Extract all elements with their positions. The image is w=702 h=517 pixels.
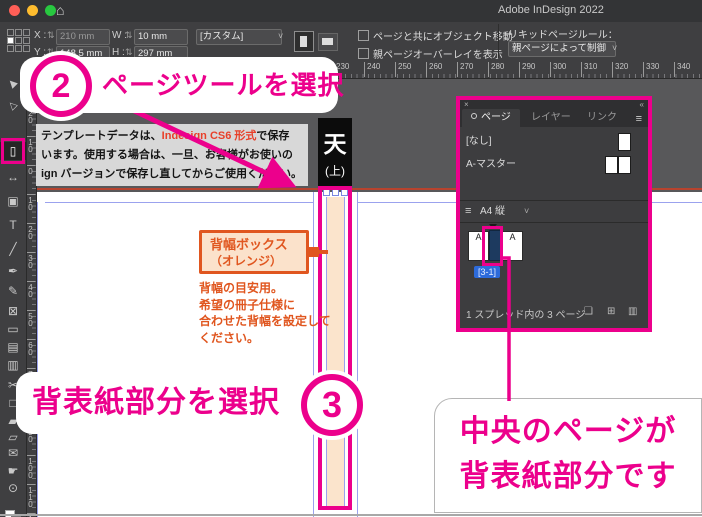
info-line1-end: で保存 bbox=[256, 130, 290, 142]
liquid-rule-caret-icon: ˅ bbox=[612, 43, 618, 53]
step3-text: 背表紙部分を選択 bbox=[32, 386, 280, 419]
h-ruler-tick: 250 bbox=[395, 62, 411, 77]
note-line2: 背表紙部分です bbox=[459, 460, 677, 493]
line-tool[interactable]: ╱ bbox=[0, 240, 26, 258]
window-bottom-edge bbox=[0, 514, 702, 516]
head-reading: (上) bbox=[325, 164, 345, 178]
spine-box-callout: 背幅ボックス （オレンジ） bbox=[199, 230, 309, 274]
h-ruler-tick: 280 bbox=[488, 62, 504, 77]
spine-thumbnail-highlight bbox=[482, 226, 503, 266]
v-ruler-tick: 110 bbox=[26, 484, 35, 507]
title-bar: ⌂ Adobe InDesign 2022 bbox=[0, 0, 702, 23]
v-ruler-tick: 10 bbox=[26, 194, 35, 210]
page-edge-right-page-left bbox=[357, 192, 358, 517]
h-ruler-tick: 270 bbox=[457, 62, 473, 77]
landscape-orientation-button[interactable] bbox=[318, 33, 338, 51]
zoom-window-button[interactable] bbox=[45, 5, 56, 16]
step2-text: ページツールを選択 bbox=[102, 70, 345, 100]
portrait-orientation-button[interactable] bbox=[294, 31, 314, 52]
h-ruler-tick: 340 bbox=[674, 62, 690, 77]
reference-point-proxy[interactable] bbox=[7, 29, 30, 52]
v-ruler-tick: 100 bbox=[26, 455, 35, 478]
tools-panel: ▶ ▷ ▯ ↔ ▣ T ╱ ✒ ✎ ⊠ ▭ ▤ ▥ ✂ □ ▰ ▱ ✉ ☛ ⊙ bbox=[0, 60, 27, 517]
w-spinner[interactable]: ⇅ bbox=[125, 30, 133, 41]
move-objects-checkbox[interactable] bbox=[358, 30, 369, 41]
close-window-button[interactable] bbox=[9, 5, 20, 16]
pen-tool[interactable]: ✒ bbox=[0, 262, 26, 280]
template-info-text: テンプレートデータは、Indesign CS6 形式で保存 います。使用する場合… bbox=[36, 124, 308, 186]
h-ruler-tick: 320 bbox=[612, 62, 628, 77]
h-ruler-tick: 330 bbox=[643, 62, 659, 77]
panel-divider bbox=[498, 24, 499, 58]
spine-callout-title: 背幅ボックス bbox=[210, 237, 288, 252]
w-field[interactable]: 10 mm bbox=[134, 29, 188, 45]
h-ruler-tick: 290 bbox=[519, 62, 535, 77]
head-top-label: 天 (上) bbox=[318, 118, 352, 187]
gap-tool[interactable]: ↔ bbox=[0, 168, 26, 186]
note-line1: 中央のページが bbox=[459, 415, 677, 448]
pencil-tool[interactable]: ✎ bbox=[0, 282, 26, 300]
x-spinner[interactable]: ⇅ bbox=[47, 30, 55, 41]
move-objects-label: ページと共にオブジェクト移動 bbox=[373, 32, 513, 43]
page-tool-highlight bbox=[1, 138, 25, 164]
bottom-note-box: 中央のページが 背表紙部分です bbox=[434, 398, 702, 513]
v-ruler-tick: 40 bbox=[26, 281, 35, 297]
liquid-rule-label: リキッドページルール： bbox=[508, 30, 618, 41]
window-title: Adobe InDesign 2022 bbox=[498, 4, 604, 16]
h-ruler-tick: 260 bbox=[426, 62, 442, 77]
note-tool[interactable]: ✉ bbox=[0, 444, 26, 462]
rectangle-tool[interactable]: ▭ bbox=[0, 320, 26, 338]
horizontal-grid-tool[interactable]: ▤ bbox=[0, 338, 26, 356]
h-ruler-tick: 300 bbox=[550, 62, 566, 77]
control-panel: X : ⇅ 210 mm Y : ⇅ 148.5 mm W : ⇅ 10 mm … bbox=[0, 22, 702, 62]
v-ruler-tick: 20 bbox=[26, 223, 35, 239]
spine-callout-body: 背幅の目安用。 希望の冊子仕様に 合わせた背幅を設定して ください。 bbox=[199, 281, 331, 345]
hand-tool[interactable]: ☛ bbox=[0, 462, 26, 480]
liquid-rule-dropdown[interactable]: 親ページによって制御 bbox=[508, 41, 616, 57]
h-ruler-tick: 240 bbox=[364, 62, 380, 77]
content-collector-tool[interactable]: ▣ bbox=[0, 192, 26, 210]
v-ruler-tick: 30 bbox=[26, 252, 35, 268]
x-field[interactable]: 210 mm bbox=[56, 29, 110, 45]
step2-number-badge: 2 bbox=[30, 55, 92, 117]
head-kanji: 天 bbox=[323, 131, 347, 157]
v-ruler-tick: 50 bbox=[26, 310, 35, 326]
frame-tool[interactable]: ⊠ bbox=[0, 302, 26, 320]
home-icon[interactable]: ⌂ bbox=[56, 2, 64, 18]
minimize-window-button[interactable] bbox=[27, 5, 38, 16]
info-line3: ign バージョンで保存し直してからご使用ください。 bbox=[41, 168, 302, 180]
step3-number-badge: 3 bbox=[301, 374, 363, 436]
h-ruler-tick: 310 bbox=[581, 62, 597, 77]
overlay-checkbox[interactable] bbox=[358, 48, 369, 59]
page-size-preset-dropdown[interactable]: [カスタム] bbox=[196, 29, 282, 45]
v-ruler-tick: 60 bbox=[26, 339, 35, 355]
x-label: X : bbox=[34, 30, 47, 41]
v-ruler-tick: 0 bbox=[26, 165, 35, 174]
margin-guide-left-page bbox=[45, 202, 313, 203]
overlay-label: 親ページオーバーレイを表示 bbox=[373, 50, 503, 61]
info-line1: テンプレートデータは、 bbox=[41, 130, 162, 142]
spine-annotation-rect bbox=[318, 186, 352, 510]
zoom-tool[interactable]: ⊙ bbox=[0, 479, 26, 497]
vertical-grid-tool[interactable]: ▥ bbox=[0, 356, 26, 374]
type-tool[interactable]: T bbox=[0, 216, 26, 234]
preset-caret-icon: ˅ bbox=[278, 31, 284, 41]
callout-tail-line bbox=[317, 250, 328, 254]
info-line2: います。使用する場合は、一旦、お客様がお使いの bbox=[41, 149, 293, 161]
page-edge-left-page-right bbox=[313, 192, 314, 517]
app-window: ⌂ Adobe InDesign 2022 X : ⇅ 210 mm Y : ⇅… bbox=[0, 0, 702, 517]
pages-panel-annotation-frame bbox=[456, 96, 652, 332]
page-edge-left bbox=[37, 202, 38, 517]
v-ruler-tick: 10 bbox=[26, 136, 35, 152]
spine-callout-subtitle: （オレンジ） bbox=[210, 254, 283, 268]
info-line1-highlight: Indesign CS6 形式 bbox=[161, 130, 257, 142]
